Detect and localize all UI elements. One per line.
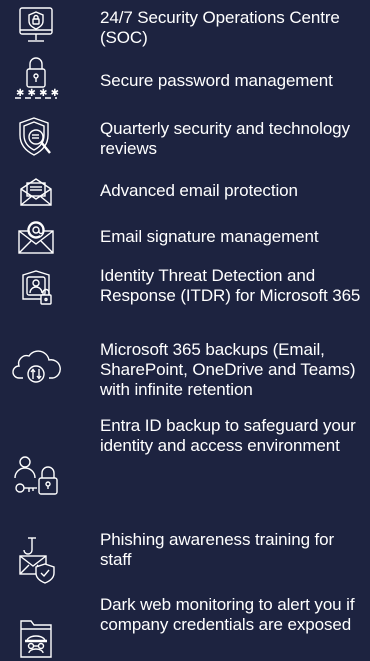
shield-search-icon: [8, 110, 64, 166]
feature-text: Email signature management: [100, 227, 319, 246]
feature-text: Phishing awareness training for staff: [100, 530, 335, 569]
feature-text: Entra ID backup to safeguard your identi…: [100, 416, 356, 455]
monitor-shield-icon: [8, 4, 64, 50]
user-key-lock-icon: [8, 446, 64, 506]
feature-text: Secure password management: [100, 71, 333, 90]
feature-text: Dark web monitoring to alert you if comp…: [100, 595, 355, 634]
list-item: Advanced email protection: [0, 172, 370, 212]
list-item: Microsoft 365 backups (Email, SharePoint…: [0, 335, 370, 409]
list-item: Quarterly security and technology review…: [0, 110, 370, 166]
list-item: Dark web monitoring to alert you if comp…: [0, 595, 370, 659]
email-protection-icon: [8, 172, 64, 212]
feature-text: Quarterly security and technology review…: [100, 119, 350, 158]
feature-text: Microsoft 365 backups (Email, SharePoint…: [100, 340, 356, 399]
email-signature-icon: [8, 218, 64, 258]
list-item: 24/7 Security Operations Centre (SOC): [0, 0, 370, 50]
list-item: ✱ ✱ ✱ ✱ Secure password management: [0, 52, 370, 102]
cloud-sync-icon: [8, 335, 64, 399]
feature-text: Identity Threat Detection and Response (…: [100, 266, 361, 305]
feature-list: 24/7 Security Operations Centre (SOC) ✱ …: [0, 0, 370, 659]
padlock-password-icon: ✱ ✱ ✱ ✱: [8, 54, 64, 100]
phishing-email-icon: [8, 532, 64, 588]
list-item: Phishing awareness training for staff: [0, 530, 370, 588]
list-item: Email signature management: [0, 218, 370, 258]
identity-shield-icon: [8, 266, 64, 310]
feature-text: 24/7 Security Operations Centre (SOC): [100, 8, 340, 47]
dark-web-monitor-icon: [8, 613, 64, 661]
feature-text: Advanced email protection: [100, 181, 298, 200]
list-item: Entra ID backup to safeguard your identi…: [0, 416, 370, 512]
list-item: Identity Threat Detection and Response (…: [0, 266, 370, 332]
